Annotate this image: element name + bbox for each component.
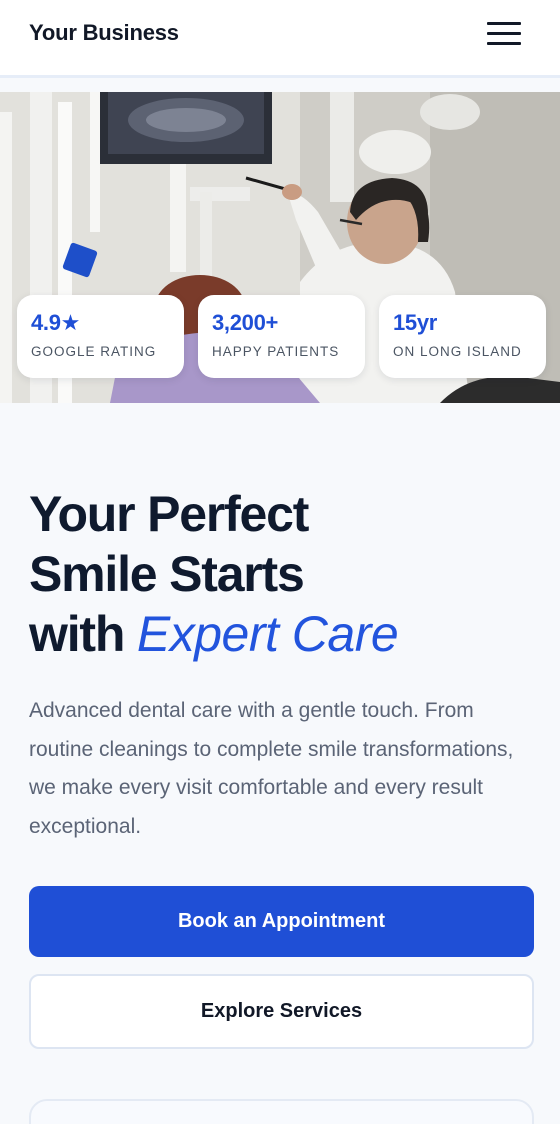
brand-name[interactable]: Your Business (29, 20, 179, 46)
menu-line (487, 32, 521, 35)
site-header: Your Business (0, 0, 560, 78)
headline-line-3-plain: with (29, 606, 125, 662)
hero-image: 4.9★ GOOGLE RATING 3,200+ HAPPY PATIENTS… (0, 92, 560, 403)
stat-label: ON LONG ISLAND (393, 344, 522, 360)
headline-accent: Expert Care (136, 606, 399, 662)
hero-description: Advanced dental care with a gentle touch… (29, 699, 514, 838)
stat-value: 4.9★ (31, 310, 81, 335)
stat-label: HAPPY PATIENTS (212, 344, 340, 360)
headline-line-2: Smile Starts (29, 546, 305, 602)
stat-card-patients: 3,200+ HAPPY PATIENTS (198, 295, 365, 378)
page-title: Your Perfect Smile Starts with Expert Ca… (29, 484, 539, 664)
menu-line (487, 42, 521, 45)
stat-label: GOOGLE RATING (31, 344, 157, 360)
next-section-card (29, 1099, 534, 1124)
stat-card-rating: 4.9★ GOOGLE RATING (17, 295, 184, 378)
stat-value: 3,200+ (212, 310, 279, 335)
menu-line (487, 22, 521, 25)
explore-services-button[interactable]: Explore Services (29, 974, 534, 1049)
hamburger-menu-icon[interactable] (482, 16, 526, 52)
stat-card-years: 15yr ON LONG ISLAND (379, 295, 546, 378)
stat-value: 15yr (393, 310, 438, 335)
book-appointment-button[interactable]: Book an Appointment (29, 886, 534, 957)
headline-line-1: Your Perfect (29, 486, 309, 542)
